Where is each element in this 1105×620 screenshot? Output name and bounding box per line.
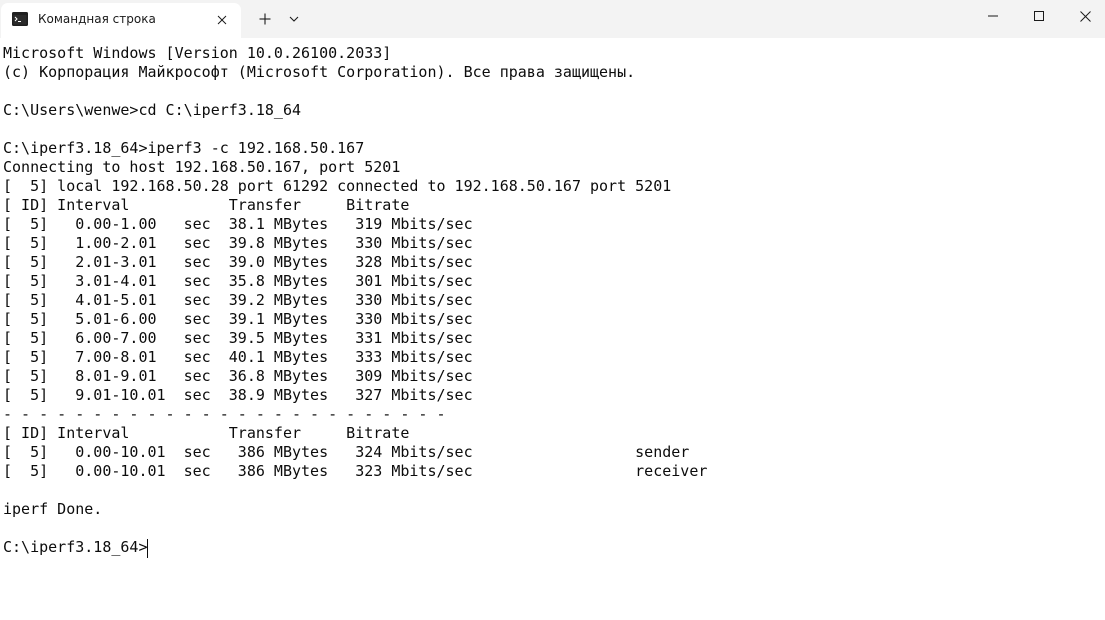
- console-line: Microsoft Windows [Version 10.0.26100.20…: [3, 44, 392, 62]
- console-line: - - - - - - - - - - - - - - - - - - - - …: [3, 405, 446, 423]
- chevron-down-icon: [289, 16, 299, 22]
- terminal-window: Командная строка Microsoft Windows [Vers…: [0, 0, 1105, 620]
- maximize-icon: [1034, 11, 1044, 21]
- console-line: [ 5] 9.01-10.01 sec 38.9 MBytes 327 Mbit…: [3, 386, 473, 404]
- close-tab-icon[interactable]: [214, 12, 230, 28]
- maximize-button[interactable]: [1016, 0, 1062, 32]
- console-line: [ 5] 0.00-10.01 sec 386 MBytes 324 Mbits…: [3, 443, 690, 461]
- console-line: C:\Users\wenwe>cd C:\iperf3.18_64: [3, 101, 302, 119]
- text-cursor: [147, 539, 148, 558]
- console-line: [ 5] 2.01-3.01 sec 39.0 MBytes 328 Mbits…: [3, 253, 473, 271]
- console-line: C:\iperf3.18_64>iperf3 -c 192.168.50.167: [3, 139, 365, 157]
- console-line: [ 5] 4.01-5.01 sec 39.2 MBytes 330 Mbits…: [3, 291, 473, 309]
- console-line: [ 5] 5.01-6.00 sec 39.1 MBytes 330 Mbits…: [3, 310, 473, 328]
- console-line: [ ID] Interval Transfer Bitrate: [3, 196, 410, 214]
- console-line: [ 5] 0.00-1.00 sec 38.1 MBytes 319 Mbits…: [3, 215, 473, 233]
- console-output[interactable]: Microsoft Windows [Version 10.0.26100.20…: [0, 38, 1105, 620]
- console-line: [ 5] 6.00-7.00 sec 39.5 MBytes 331 Mbits…: [3, 329, 473, 347]
- title-bar[interactable]: Командная строка: [0, 0, 1105, 38]
- console-line: [ 5] 3.01-4.01 sec 35.8 MBytes 301 Mbits…: [3, 272, 473, 290]
- minimize-icon: [988, 15, 998, 17]
- console-line: Connecting to host 192.168.50.167, port …: [3, 158, 401, 176]
- new-tab-dropdown-button[interactable]: [284, 8, 304, 30]
- console-line: [ 5] 1.00-2.01 sec 39.8 MBytes 330 Mbits…: [3, 234, 473, 252]
- plus-icon: [259, 13, 271, 25]
- console-line: (c) Корпорация Майкрософт (Microsoft Cor…: [3, 63, 636, 81]
- close-icon: [1079, 10, 1091, 22]
- new-tab-button[interactable]: [254, 8, 276, 30]
- console-line: [ 5] 7.00-8.01 sec 40.1 MBytes 333 Mbits…: [3, 348, 473, 366]
- close-window-button[interactable]: [1062, 0, 1105, 32]
- console-line: [ 5] 0.00-10.01 sec 386 MBytes 323 Mbits…: [3, 462, 708, 480]
- tab-command-prompt[interactable]: Командная строка: [1, 3, 241, 38]
- prompt-line: C:\iperf3.18_64>: [3, 538, 148, 556]
- console-line: [ 5] 8.01-9.01 sec 36.8 MBytes 309 Mbits…: [3, 367, 473, 385]
- console-line: [ 5] local 192.168.50.28 port 61292 conn…: [3, 177, 672, 195]
- tab-title: Командная строка: [38, 12, 156, 26]
- console-line: iperf Done.: [3, 500, 103, 518]
- console-icon: [12, 12, 28, 26]
- console-line: [ ID] Interval Transfer Bitrate: [3, 424, 410, 442]
- minimize-button[interactable]: [970, 0, 1016, 32]
